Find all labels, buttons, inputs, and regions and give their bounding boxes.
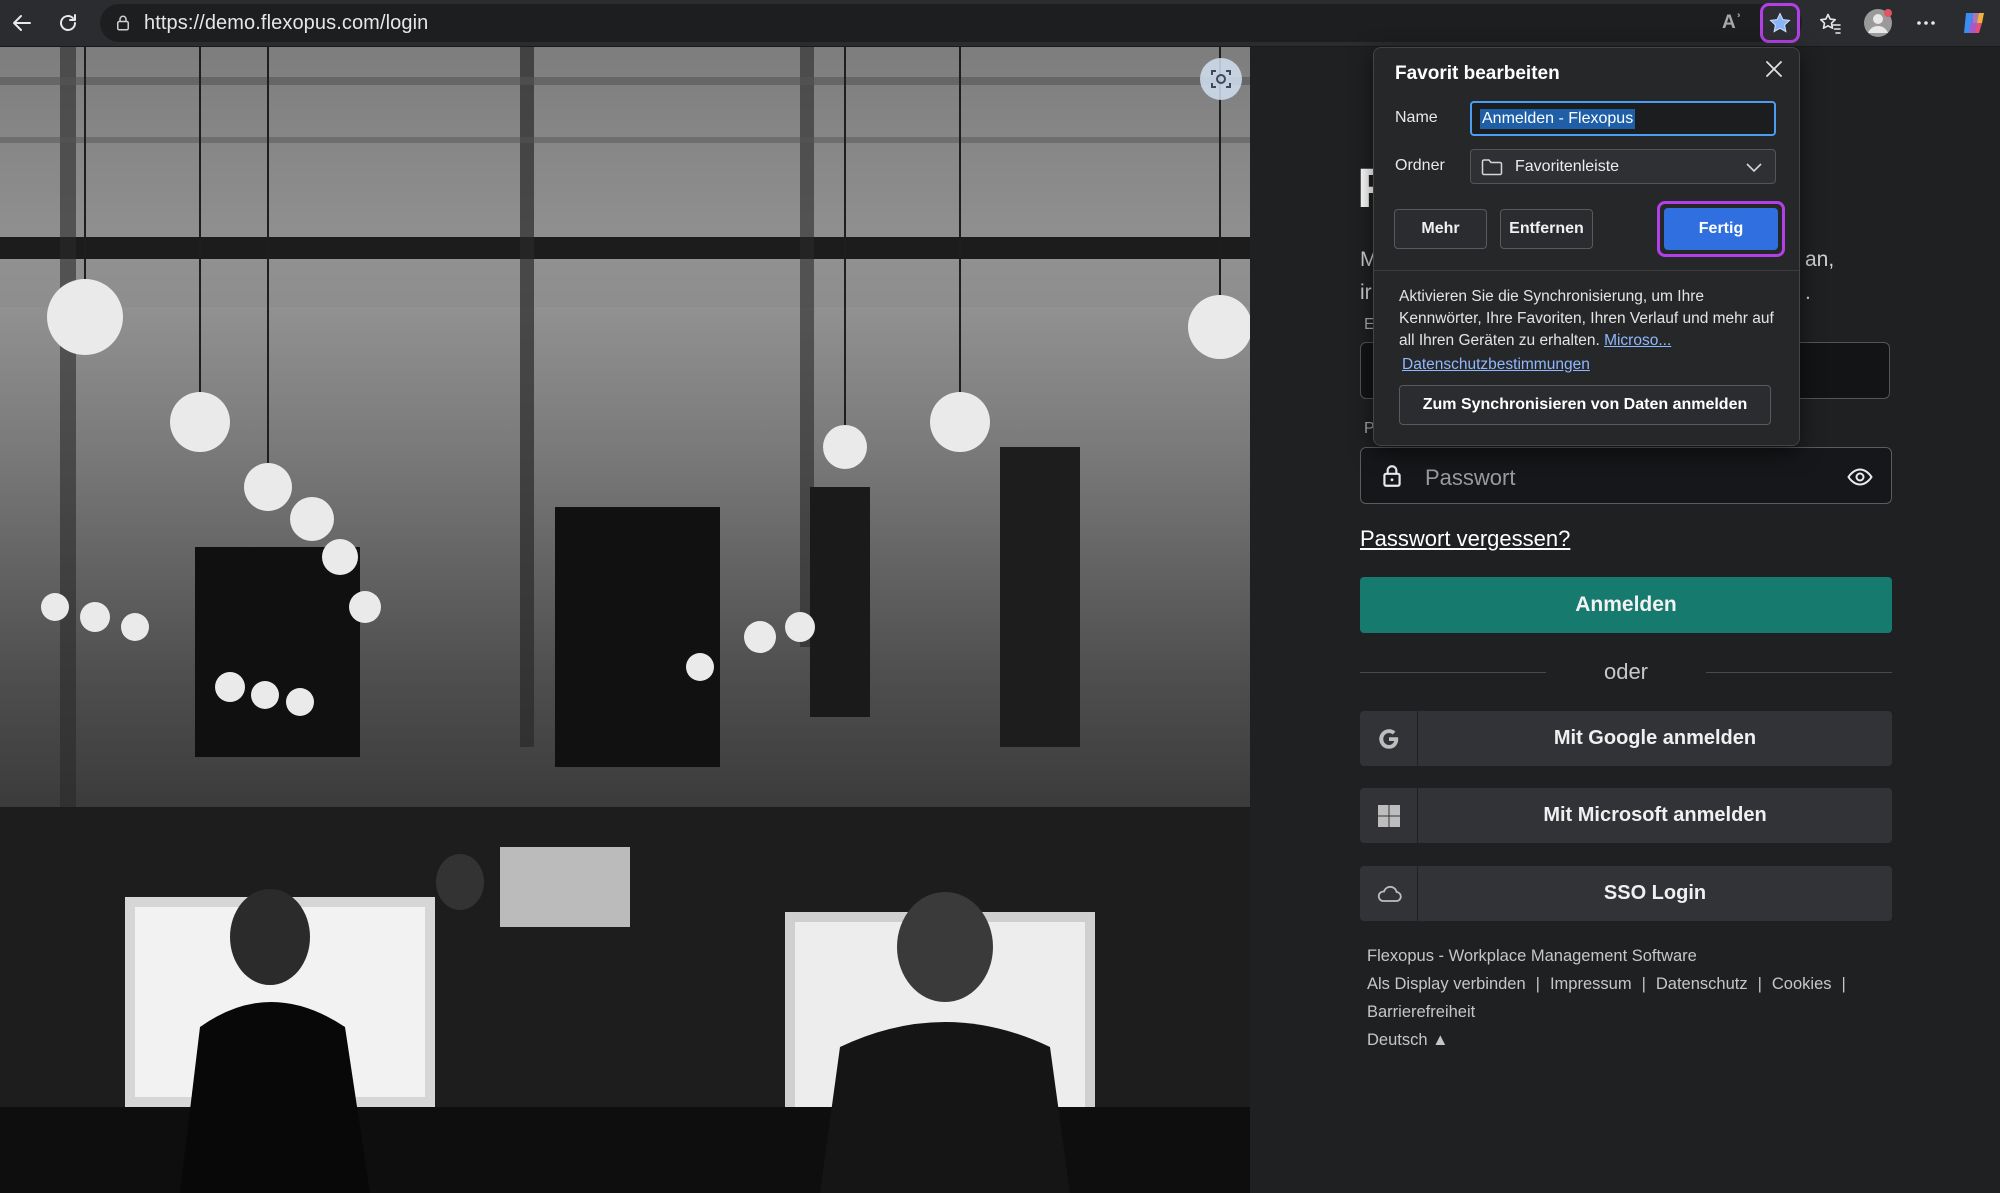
- microsoft-login-button[interactable]: Mit Microsoft anmelden: [1360, 788, 1892, 843]
- edit-favorite-popup: Favorit bearbeiten Name Anmelden - Flexo…: [1373, 47, 1800, 446]
- lock-icon: [114, 14, 132, 32]
- footer-link-cookies[interactable]: Cookies: [1772, 975, 1832, 993]
- footer-link-impressum[interactable]: Impressum: [1550, 975, 1632, 993]
- divider-right: [1706, 672, 1892, 673]
- folder-label: Ordner: [1395, 157, 1445, 174]
- avatar-icon: [1864, 9, 1892, 37]
- favorite-star-button[interactable]: [1760, 3, 1800, 43]
- copilot-icon: [1964, 13, 1984, 33]
- popup-title: Favorit bearbeiten: [1395, 63, 1560, 84]
- forgot-password-link[interactable]: Passwort vergessen?: [1360, 526, 1570, 552]
- folder-icon: [1481, 158, 1503, 176]
- google-icon: [1360, 711, 1418, 766]
- microsoft-link[interactable]: Microso...: [1604, 332, 1671, 349]
- back-arrow-icon: [13, 15, 31, 31]
- office-background-photo: [0, 47, 1250, 1193]
- google-login-button[interactable]: Mit Google anmelden: [1360, 711, 1892, 766]
- more-options-button[interactable]: [1908, 5, 1944, 41]
- cloud-icon: [1360, 866, 1418, 921]
- divider-text: oder: [1603, 659, 1649, 684]
- intro-text-fragment-right: an, .: [1805, 243, 1834, 309]
- footer-links: Als Display verbinden | Impressum | Datensch…: [1367, 975, 1846, 993]
- back-button[interactable]: [4, 5, 40, 41]
- footer-link-accessibility[interactable]: Barrierefreiheit: [1367, 998, 1856, 1026]
- profile-button[interactable]: [1860, 5, 1896, 41]
- sync-description-text: Aktivieren Sie die Synchronisierung, um …: [1399, 288, 1774, 349]
- sync-signin-button[interactable]: Zum Synchronisieren von Daten anmelden: [1399, 385, 1771, 425]
- sso-login-label: SSO Login: [1603, 882, 1707, 904]
- microsoft-login-label: Mit Microsoft anmelden: [1543, 804, 1767, 826]
- office-illustration: [0, 47, 1250, 1193]
- chevron-down-icon: [1745, 161, 1763, 173]
- browser-toolbar: https://demo.flexopus.com/login Aʾ: [0, 0, 2000, 47]
- microsoft-icon: [1360, 788, 1418, 843]
- privacy-policy-link[interactable]: Datenschutzbestimmungen: [1402, 356, 1590, 374]
- favorite-name-value: Anmelden - Flexopus: [1480, 108, 1636, 129]
- sync-description: Aktivieren Sie die Synchronisierung, um …: [1399, 286, 1784, 352]
- language-selector[interactable]: Deutsch ▲: [1367, 1026, 1856, 1054]
- read-aloud-icon[interactable]: Aʾ: [1722, 12, 1742, 34]
- favorites-list-icon: [1820, 13, 1841, 34]
- folder-select[interactable]: Favoritenleiste: [1470, 149, 1776, 184]
- name-label: Name: [1395, 109, 1438, 126]
- page-footer: Flexopus - Workplace Management Software…: [1367, 942, 1856, 1054]
- google-login-label: Mit Google anmelden: [1553, 727, 1757, 749]
- close-popup-button[interactable]: [1763, 58, 1785, 85]
- intro-right-line-2: .: [1805, 281, 1811, 304]
- ellipsis-icon: [1917, 21, 1935, 25]
- favorites-button[interactable]: [1812, 5, 1848, 41]
- visual-search-button[interactable]: [1200, 58, 1242, 100]
- intro-right-line-1: an,: [1805, 248, 1835, 271]
- close-icon: [1766, 61, 1782, 77]
- login-button[interactable]: Anmelden: [1360, 577, 1892, 633]
- favorite-name-input[interactable]: Anmelden - Flexopus: [1470, 101, 1776, 136]
- remove-button[interactable]: Entfernen: [1500, 209, 1593, 249]
- footer-link-datenschutz[interactable]: Datenschutz: [1656, 975, 1748, 993]
- password-placeholder: Passwort: [1425, 465, 1516, 490]
- star-filled-icon: [1769, 12, 1791, 33]
- address-bar[interactable]: https://demo.flexopus.com/login Aʾ: [100, 3, 1802, 43]
- url-text[interactable]: https://demo.flexopus.com/login: [144, 12, 428, 35]
- done-button-highlight: Fertig: [1657, 201, 1785, 257]
- popup-separator: [1374, 270, 1799, 271]
- password-input[interactable]: Passwort: [1360, 447, 1892, 504]
- show-password-eye-icon[interactable]: [1847, 465, 1873, 494]
- padlock-icon: [1379, 463, 1405, 494]
- divider-left: [1360, 672, 1546, 673]
- done-button[interactable]: Fertig: [1664, 208, 1778, 250]
- reload-icon: [60, 14, 76, 31]
- more-button[interactable]: Mehr: [1394, 209, 1487, 249]
- footer-link-display[interactable]: Als Display verbinden: [1367, 975, 1526, 993]
- folder-select-value: Favoritenleiste: [1515, 157, 1620, 175]
- copilot-button[interactable]: [1956, 5, 1992, 41]
- address-bar-actions: Aʾ: [1722, 3, 1802, 43]
- scan-focus-icon: [1211, 70, 1231, 88]
- sso-login-button[interactable]: SSO Login: [1360, 866, 1892, 921]
- footer-product-name: Flexopus - Workplace Management Software: [1367, 947, 1697, 965]
- reload-button[interactable]: [50, 5, 86, 41]
